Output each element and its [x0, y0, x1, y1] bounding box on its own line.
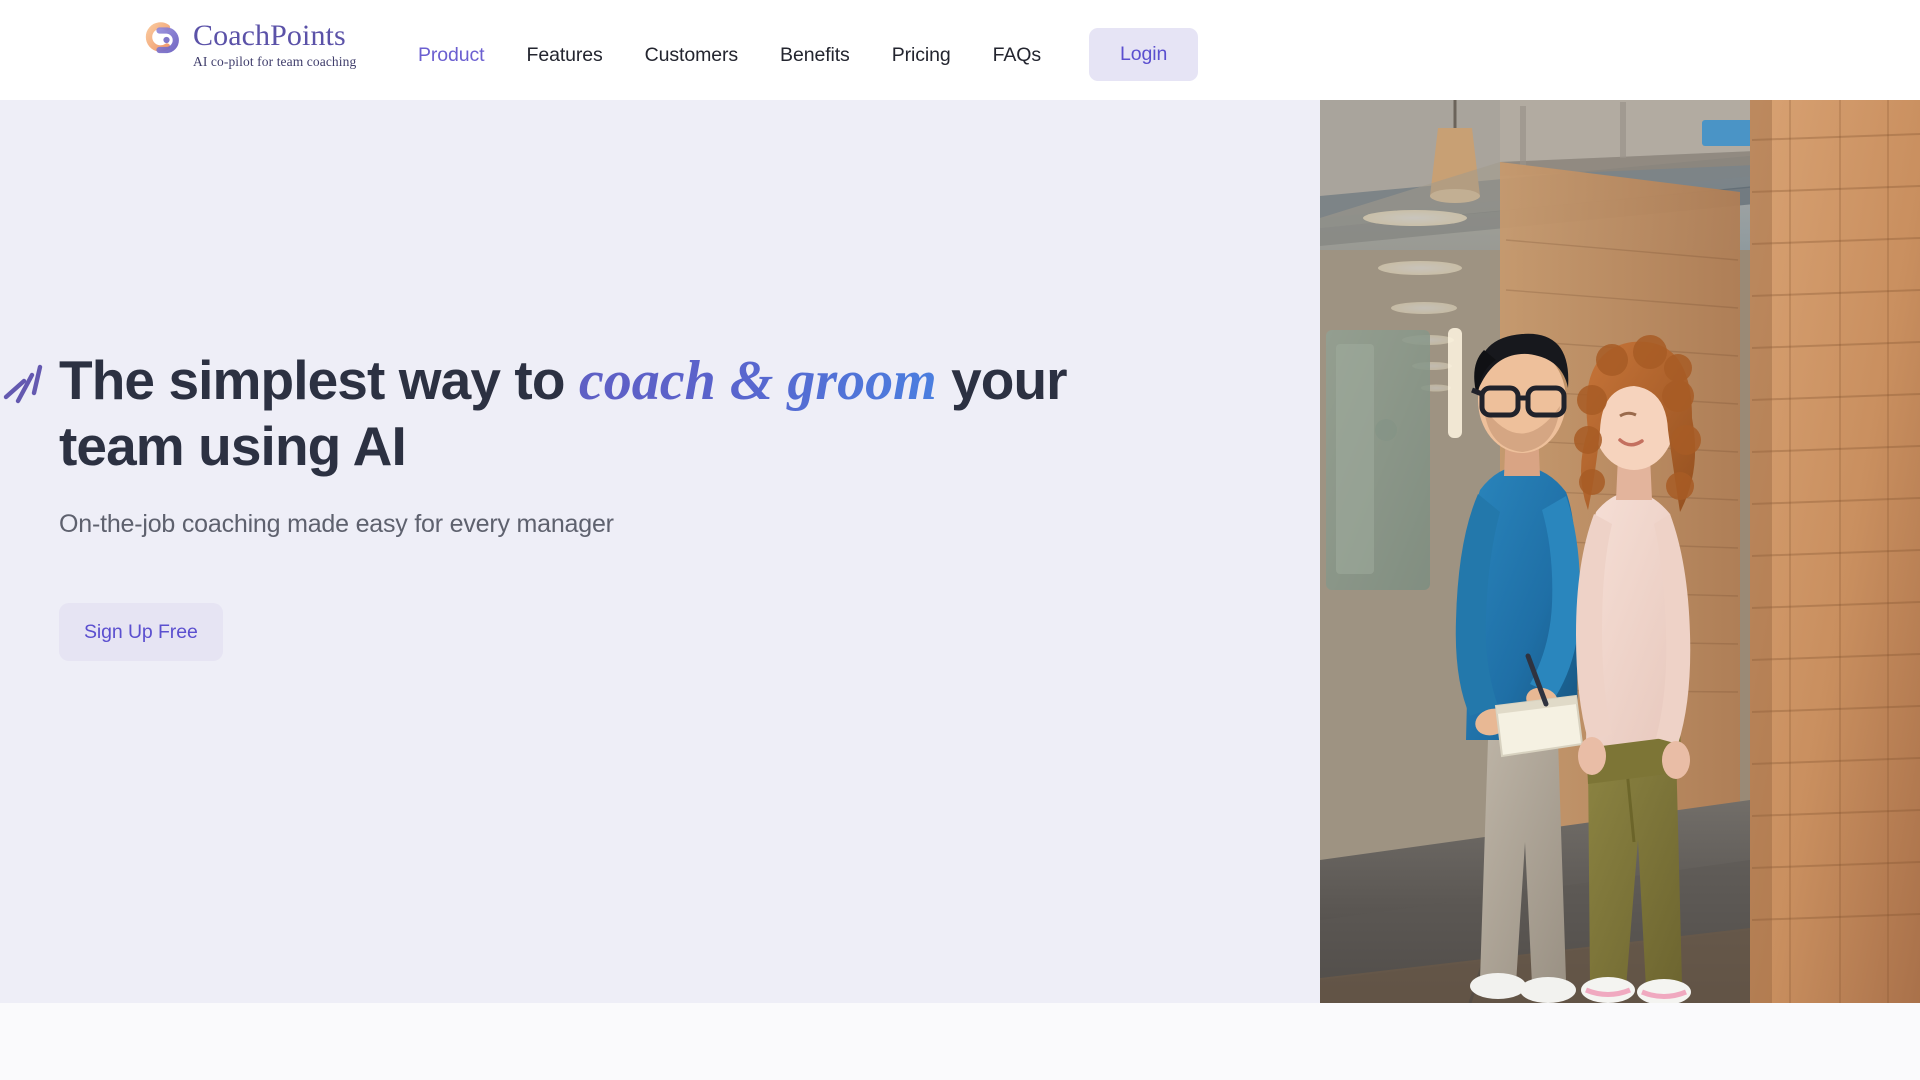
hero-headline-accent: coach & groom	[578, 350, 937, 412]
sign-up-free-button[interactable]: Sign Up Free	[59, 603, 223, 661]
nav-item-pricing[interactable]: Pricing	[892, 33, 951, 77]
hero-photo	[1320, 100, 1920, 1003]
hero-headline: The simplest way to coach & groom your t…	[59, 348, 1119, 479]
nav-item-features[interactable]: Features	[527, 33, 603, 77]
hero-subtitle: On-the-job coaching made easy for every …	[59, 510, 614, 538]
below-fold-section	[0, 1003, 1920, 1080]
brand-logo-link[interactable]: CoachPoints AI co-pilot for team coachin…	[140, 18, 356, 72]
sparkle-lines-icon	[2, 345, 58, 405]
login-button[interactable]: Login	[1089, 28, 1199, 81]
nav-item-faqs[interactable]: FAQs	[993, 33, 1041, 77]
hero-copy: The simplest way to coach & groom your t…	[59, 348, 1119, 661]
main-navigation: Product Features Customers Benefits Pric…	[418, 28, 1199, 81]
brand-name: CoachPoints	[193, 19, 346, 52]
landing-page: CoachPoints AI co-pilot for team coachin…	[0, 0, 1920, 1080]
hero-headline-part1: The simplest way to	[59, 349, 579, 411]
nav-item-product[interactable]: Product	[418, 33, 485, 77]
nav-item-customers[interactable]: Customers	[645, 33, 738, 77]
brand-tagline: AI co-pilot for team coaching	[193, 54, 357, 69]
brand-text-block: CoachPoints AI co-pilot for team coachin…	[193, 18, 356, 70]
nav-item-benefits[interactable]: Benefits	[780, 33, 850, 77]
coachpoints-logo-icon	[140, 18, 184, 72]
site-header: CoachPoints AI co-pilot for team coachin…	[0, 0, 1920, 100]
hero-section: The simplest way to coach & groom your t…	[0, 100, 1920, 1003]
